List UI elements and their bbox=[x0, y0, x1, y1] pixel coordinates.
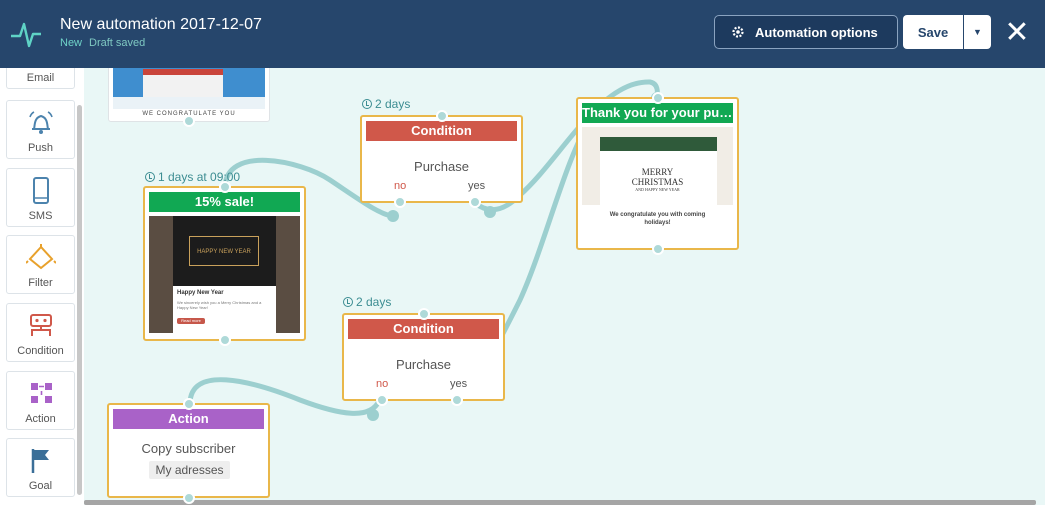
thank-caption: We congratulate you with coming holidays… bbox=[609, 212, 706, 226]
cond2-no-port[interactable] bbox=[376, 394, 388, 406]
cond2-yes-port[interactable] bbox=[451, 394, 463, 406]
draft-status: Draft saved bbox=[89, 37, 146, 49]
action-node[interactable]: Action Copy subscriber My adresses bbox=[107, 398, 270, 504]
sale-body-text: We sincerely wish you a Merry Christmas … bbox=[177, 300, 262, 310]
automation-title[interactable]: New automation 2017-12-07 bbox=[60, 16, 262, 34]
cond2-no-label: no bbox=[376, 378, 389, 390]
cond1-delay-text: 2 days bbox=[375, 97, 411, 111]
cond1-no-port[interactable] bbox=[394, 196, 406, 208]
action-tag: My adresses bbox=[149, 461, 230, 479]
condition-node-1[interactable]: Condition Purchase no yes bbox=[360, 110, 523, 208]
sale-body-title: Happy New Year bbox=[177, 290, 224, 296]
action-input-port[interactable] bbox=[183, 398, 195, 410]
email-node-sale[interactable]: 15% sale! HAPPY NEW YEAR Happy New Year … bbox=[143, 181, 306, 346]
cond1-text: Purchase bbox=[414, 159, 469, 174]
thank-line-christmas: CHRISTMAS bbox=[631, 177, 684, 187]
sale-banner: HAPPY NEW YEAR bbox=[189, 236, 259, 266]
thank-node-title: Thank you for your purchase bbox=[582, 103, 733, 123]
action-title: Action bbox=[113, 409, 264, 429]
condition-node-2[interactable]: Condition Purchase no yes bbox=[342, 308, 505, 406]
caret-down-icon: ▼ bbox=[973, 27, 982, 37]
cond2-text: Purchase bbox=[396, 357, 451, 372]
clock-icon bbox=[343, 297, 353, 307]
cond1-no-label: no bbox=[394, 180, 407, 192]
cond2-title: Condition bbox=[348, 319, 499, 339]
sale-output-port[interactable] bbox=[219, 334, 231, 346]
email-top-output-port[interactable] bbox=[183, 115, 195, 127]
sale-read-more: Read more bbox=[177, 318, 205, 324]
save-dropdown-toggle[interactable]: ▼ bbox=[964, 15, 991, 49]
gear-icon bbox=[732, 26, 744, 38]
thank-line-newyear: AND HAPPY NEW YEAR bbox=[635, 187, 680, 192]
thank-line-merry: MERRY bbox=[641, 167, 674, 177]
top-bar: New automation 2017-12-07 New Draft saved… bbox=[0, 0, 1045, 68]
status-line: New Draft saved bbox=[60, 37, 145, 49]
cond1-input-port[interactable] bbox=[436, 110, 448, 122]
automation-options-label: Automation options bbox=[755, 24, 878, 40]
cond1-yes-port[interactable] bbox=[469, 196, 481, 208]
email-node-thank-you[interactable]: Thank you for your purchase MERRY CHRIST… bbox=[576, 92, 739, 255]
cond2-input-port[interactable] bbox=[418, 308, 430, 320]
cond2-delay-label: 2 days bbox=[343, 295, 391, 309]
save-button-group: Save ▼ bbox=[903, 15, 991, 49]
thank-output-port[interactable] bbox=[652, 243, 664, 255]
clock-icon bbox=[362, 99, 372, 109]
cond2-yes-label: yes bbox=[450, 378, 468, 390]
action-text: Copy subscriber bbox=[141, 441, 236, 456]
close-icon[interactable]: ✕ bbox=[1003, 18, 1031, 48]
cond1-title: Condition bbox=[366, 121, 517, 141]
save-button[interactable]: Save bbox=[903, 15, 963, 49]
sale-node-title: 15% sale! bbox=[149, 192, 300, 212]
status-badge: New bbox=[60, 37, 83, 49]
thank-email-preview: MERRY CHRISTMAS AND HAPPY NEW YEAR We co… bbox=[582, 127, 733, 244]
cond1-yes-label: yes bbox=[468, 180, 486, 192]
sale-input-port[interactable] bbox=[219, 181, 231, 193]
cond1-delay-label: 2 days bbox=[362, 97, 410, 111]
action-output-port[interactable] bbox=[183, 492, 195, 504]
sale-email-preview: HAPPY NEW YEAR Happy New Year We sincere… bbox=[149, 216, 300, 333]
cond2-delay-text: 2 days bbox=[356, 295, 392, 309]
thank-input-port[interactable] bbox=[652, 92, 664, 104]
pulse-logo-icon bbox=[11, 22, 41, 48]
automation-options-button[interactable]: Automation options bbox=[714, 15, 898, 49]
clock-icon bbox=[145, 172, 155, 182]
